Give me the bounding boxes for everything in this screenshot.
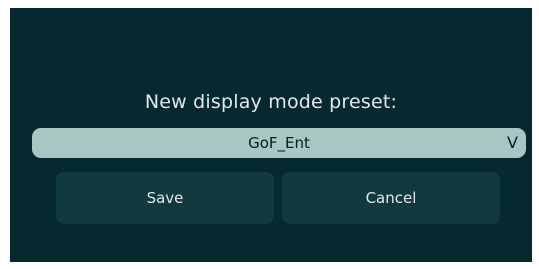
preset-dropdown[interactable]: GoF_Ent V (32, 128, 526, 158)
chevron-down-icon: V (507, 133, 518, 152)
cancel-button[interactable]: Cancel (282, 172, 500, 224)
save-button[interactable]: Save (56, 172, 274, 224)
preset-dialog: New display mode preset: GoF_Ent V Save … (10, 8, 532, 262)
dialog-prompt: New display mode preset: (144, 91, 398, 113)
preset-selected-value: GoF_Ent (248, 134, 310, 152)
